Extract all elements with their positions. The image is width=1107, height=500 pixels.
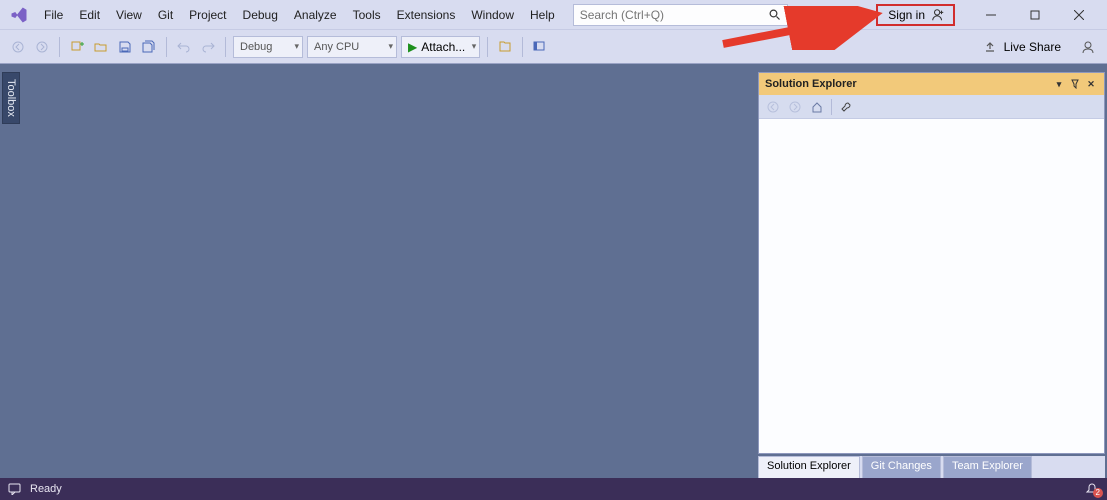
properties-icon[interactable] [836, 97, 856, 117]
new-project-button[interactable] [67, 36, 87, 58]
save-all-button[interactable] [139, 36, 159, 58]
panel-dropdown-icon[interactable]: ▾ [1052, 77, 1066, 91]
menu-git[interactable]: Git [150, 4, 181, 26]
solution-explorer-panel: Solution Explorer ▾ ✕ [758, 72, 1105, 454]
separator [487, 37, 488, 57]
open-file-button[interactable] [91, 36, 111, 58]
chat-icon[interactable] [8, 483, 22, 495]
editor-area: Toolbox Solution Explorer ▾ ✕ Solution E… [0, 64, 1107, 478]
menu-bar: File Edit View Git Project Debug Analyze… [0, 0, 1107, 30]
separator [831, 99, 832, 115]
solution-explorer-title: Solution Explorer [765, 78, 857, 90]
search-box[interactable] [573, 4, 788, 26]
attach-label: Attach... [421, 40, 465, 54]
nav-back-button[interactable] [8, 36, 28, 58]
window-close-button[interactable] [1057, 1, 1101, 29]
menu-file[interactable]: File [36, 4, 71, 26]
nav-forward-button[interactable] [32, 36, 52, 58]
save-button[interactable] [115, 36, 135, 58]
undo-button[interactable] [174, 36, 194, 58]
solution-platform-dropdown[interactable]: Any CPU [307, 36, 397, 58]
vs-logo-icon [8, 5, 30, 25]
toolbox-tab[interactable]: Toolbox [2, 72, 20, 124]
menu-window[interactable]: Window [463, 4, 522, 26]
search-icon [769, 9, 781, 21]
live-share-button[interactable]: Live Share [978, 40, 1067, 54]
person-add-icon [931, 8, 945, 22]
menu-debug[interactable]: Debug [235, 4, 286, 26]
forward-icon[interactable] [785, 97, 805, 117]
solution-config-dropdown[interactable]: Debug [233, 36, 303, 58]
separator [225, 37, 226, 57]
status-ready: Ready [30, 483, 62, 495]
share-icon [984, 40, 998, 54]
find-in-files-button[interactable] [495, 36, 515, 58]
status-bar: Ready 2 [0, 478, 1107, 500]
solution-explorer-tree[interactable] [759, 119, 1104, 453]
separator [522, 37, 523, 57]
feedback-button[interactable] [1079, 36, 1099, 58]
menu-help[interactable]: Help [522, 4, 563, 26]
panel-tabs: Solution Explorer Git Changes Team Explo… [758, 456, 1105, 478]
search-input[interactable] [580, 8, 769, 22]
close-icon[interactable]: ✕ [1084, 77, 1098, 91]
live-share-label: Live Share [1004, 40, 1061, 54]
solution-explorer-title-bar[interactable]: Solution Explorer ▾ ✕ [759, 73, 1104, 95]
tab-solution-explorer[interactable]: Solution Explorer [758, 456, 860, 478]
home-icon[interactable] [807, 97, 827, 117]
sign-in-button[interactable]: Sign in [876, 4, 955, 26]
tab-git-changes[interactable]: Git Changes [862, 456, 941, 478]
notifications-count: 2 [1093, 488, 1103, 498]
pin-icon[interactable] [1068, 77, 1082, 91]
redo-button[interactable] [198, 36, 218, 58]
menu-project[interactable]: Project [181, 4, 234, 26]
window-maximize-button[interactable] [1013, 1, 1057, 29]
menu-tools[interactable]: Tools [345, 4, 389, 26]
tab-team-explorer[interactable]: Team Explorer [943, 456, 1032, 478]
sign-in-label: Sign in [888, 8, 925, 22]
separator [59, 37, 60, 57]
window-minimize-button[interactable] [969, 1, 1013, 29]
back-icon[interactable] [763, 97, 783, 117]
play-icon: ▶ [408, 40, 417, 54]
menu-edit[interactable]: Edit [71, 4, 108, 26]
notifications-button[interactable]: 2 [1085, 482, 1099, 496]
solution-explorer-toolbar [759, 95, 1104, 119]
menu-extensions[interactable]: Extensions [389, 4, 464, 26]
attach-debugger-button[interactable]: ▶ Attach... [401, 36, 480, 58]
separator [166, 37, 167, 57]
menu-view[interactable]: View [108, 4, 150, 26]
toggle-button[interactable] [530, 36, 550, 58]
menu-analyze[interactable]: Analyze [286, 4, 345, 26]
toolbar: Debug Any CPU ▶ Attach... Live Share [0, 30, 1107, 64]
